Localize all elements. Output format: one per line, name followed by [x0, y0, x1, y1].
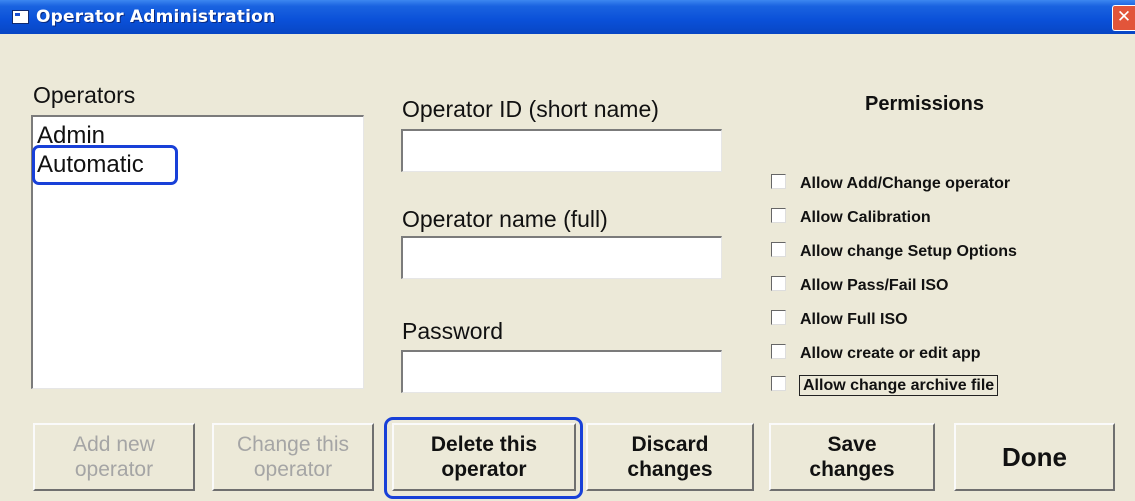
- operator-name-input[interactable]: [401, 236, 722, 279]
- highlight-box-automatic: [32, 145, 178, 185]
- permission-label: Allow change Setup Options: [800, 243, 1017, 260]
- close-button[interactable]: ✕: [1112, 5, 1135, 31]
- permission-add-change-operator[interactable]: Allow Add/Change operator: [771, 174, 1010, 193]
- operator-id-input[interactable]: [401, 129, 722, 172]
- button-label-line1: Save: [827, 433, 877, 456]
- discard-changes-button[interactable]: Discard changes: [586, 423, 754, 491]
- permission-label: Allow Pass/Fail ISO: [800, 277, 949, 294]
- button-label-line1: Discard: [631, 433, 709, 456]
- permission-full-iso[interactable]: Allow Full ISO: [771, 310, 908, 329]
- checkbox[interactable]: [771, 242, 786, 257]
- highlight-box-delete: [384, 417, 583, 499]
- checkbox[interactable]: [771, 276, 786, 291]
- permission-label: Allow create or edit app: [800, 345, 981, 362]
- operator-name-label: Operator name (full): [402, 206, 608, 232]
- permission-calibration[interactable]: Allow Calibration: [771, 208, 931, 227]
- button-label-line2: operator: [74, 458, 154, 481]
- button-label-line1: Add new: [73, 433, 155, 456]
- checkbox[interactable]: [771, 344, 786, 359]
- permission-change-setup-options[interactable]: Allow change Setup Options: [771, 242, 1017, 261]
- change-operator-button[interactable]: Change this operator: [212, 423, 374, 491]
- operator-administration-window: Operator Administration ✕ Operators Admi…: [0, 0, 1135, 501]
- checkbox[interactable]: [771, 208, 786, 223]
- permission-change-archive-file[interactable]: Allow change archive file: [771, 375, 999, 396]
- operators-label: Operators: [33, 82, 136, 108]
- add-new-operator-button[interactable]: Add new operator: [33, 423, 195, 491]
- app-window-icon: [12, 10, 29, 24]
- button-label-line1: Change this: [236, 433, 350, 456]
- password-label: Password: [402, 318, 503, 344]
- operator-id-label: Operator ID (short name): [402, 96, 659, 122]
- button-label-line2: changes: [809, 458, 895, 481]
- permission-create-edit-app[interactable]: Allow create or edit app: [771, 344, 980, 363]
- title-bar[interactable]: Operator Administration ✕: [0, 0, 1135, 34]
- window-title: Operator Administration: [36, 7, 276, 27]
- permission-pass-fail-iso[interactable]: Allow Pass/Fail ISO: [771, 276, 949, 295]
- permission-label: Allow Add/Change operator: [800, 175, 1011, 192]
- checkbox[interactable]: [771, 174, 786, 189]
- button-label: Done: [1002, 441, 1067, 472]
- close-icon: ✕: [1116, 7, 1132, 27]
- password-input[interactable]: [401, 350, 722, 393]
- checkbox[interactable]: [771, 310, 786, 325]
- permission-label: Allow Calibration: [800, 209, 931, 226]
- button-label-line2: operator: [253, 458, 333, 481]
- done-button[interactable]: Done: [954, 423, 1115, 491]
- permissions-title: Permissions: [865, 93, 984, 115]
- button-label-line2: changes: [627, 458, 713, 481]
- save-changes-button[interactable]: Save changes: [769, 423, 935, 491]
- checkbox[interactable]: [771, 376, 786, 391]
- permission-label: Allow Full ISO: [800, 311, 908, 328]
- permission-label: Allow change archive file: [798, 375, 999, 396]
